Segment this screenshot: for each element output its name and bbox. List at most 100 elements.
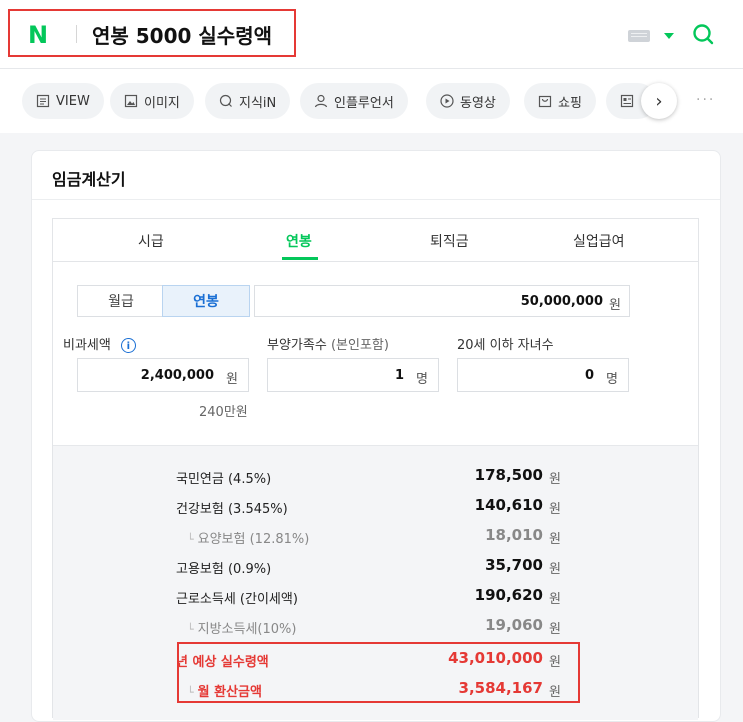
monthly-net-label: └ 월 환산금액 (187, 681, 262, 700)
dependents-value: 1 (394, 368, 404, 383)
nontax-hint: 240만원 (199, 405, 248, 420)
result-value: 190,620 (474, 586, 543, 604)
children-label: 20세 이하 자녀수 (457, 338, 554, 353)
children-input[interactable]: 0 명 (457, 358, 629, 392)
result-value: 140,610 (474, 496, 543, 514)
tabs-next-button[interactable]: › (641, 83, 677, 119)
tab-severance[interactable]: 퇴직금 (430, 231, 469, 251)
tab-annual[interactable]: 연봉 (286, 231, 312, 251)
tab-kin[interactable]: 지식iN (205, 83, 291, 119)
dependents-input[interactable]: 1 명 (267, 358, 439, 392)
tab-view-label: VIEW (56, 93, 90, 109)
search-query[interactable]: 연봉 5000 실수령액 (92, 20, 272, 49)
dropdown-arrow-icon[interactable] (664, 33, 674, 39)
tab-images[interactable]: 이미지 (110, 83, 194, 119)
summary-row-monthly: └ 월 환산금액 3,584,167 원 (53, 677, 698, 703)
result-value: 18,010 (485, 526, 543, 544)
q-icon (219, 94, 232, 107)
tab-view[interactable]: VIEW (22, 83, 104, 119)
keyboard-icon[interactable] (628, 30, 650, 42)
play-icon (440, 94, 454, 108)
calculator-panel: 시급 연봉 퇴직금 실업급여 월급 연봉 50,000,000 원 비과세액 i … (52, 218, 699, 720)
dependents-sublabel: (본인포함) (330, 338, 389, 353)
tab-shopping-label: 쇼핑 (558, 95, 582, 111)
result-unit: 원 (549, 592, 561, 607)
news-icon (620, 94, 634, 108)
dependents-label-text: 부양가족수 (267, 338, 327, 353)
card-title: 임금계산기 (52, 170, 126, 189)
result-row: 근로소득세 (간이세액) 190,620 원 (53, 584, 698, 610)
tab-video[interactable]: 동영상 (426, 83, 510, 119)
dependents-unit: 명 (416, 372, 428, 387)
tab-hourly[interactable]: 시급 (138, 231, 164, 251)
logo-divider (76, 25, 77, 43)
children-value: 0 (584, 368, 594, 383)
nontax-unit: 원 (226, 372, 238, 387)
chevron-right-icon: › (655, 90, 663, 112)
result-value: 19,060 (485, 616, 543, 634)
result-label-text: 지방소득세(10%) (197, 622, 297, 637)
tab-video-label: 동영상 (460, 95, 496, 111)
result-unit: 원 (549, 502, 561, 517)
result-unit: 원 (549, 532, 561, 547)
naver-logo[interactable]: N (28, 21, 48, 49)
tab-influencer-label: 인플루언서 (334, 95, 394, 111)
result-row: 건강보험 (3.545%) 140,610 원 (53, 494, 698, 520)
annual-net-unit: 원 (549, 655, 561, 670)
result-label: 국민연금 (4.5%) (176, 472, 272, 487)
result-row: └ 지방소득세(10%) 19,060 원 (53, 614, 698, 640)
tab-unemployment[interactable]: 실업급여 (573, 231, 625, 251)
search-icon[interactable] (692, 23, 714, 45)
result-label: └ 요양보험 (12.81%) (187, 528, 309, 547)
result-label: 고용보험 (0.9%) (176, 562, 272, 577)
results-panel: 국민연금 (4.5%) 178,500 원 건강보험 (3.545%) 140,… (53, 445, 698, 720)
bag-icon (538, 95, 552, 108)
salary-value: 50,000,000 (520, 294, 603, 309)
result-unit: 원 (549, 622, 561, 637)
result-unit: 원 (549, 562, 561, 577)
search-input-box[interactable]: N 연봉 5000 실수령액 (8, 9, 296, 57)
nontax-label: 비과세액 i (63, 334, 136, 353)
tab-images-label: 이미지 (144, 95, 180, 111)
dependents-label: 부양가족수 (본인포함) (267, 334, 389, 353)
result-label: └ 지방소득세(10%) (187, 618, 296, 637)
salary-input[interactable]: 50,000,000 원 (254, 285, 630, 317)
tab-kin-label: 지식iN (239, 95, 277, 111)
nontax-value: 2,400,000 (140, 368, 214, 383)
result-value: 178,500 (474, 466, 543, 484)
active-tab-underline (282, 257, 318, 260)
monthly-net-unit: 원 (549, 685, 561, 700)
card-divider (32, 199, 720, 200)
salary-unit: 원 (609, 298, 621, 313)
result-label-text: 요양보험 (12.81%) (197, 532, 310, 547)
sub-item-corner-icon: └ (187, 686, 194, 699)
result-row: 고용보험 (0.9%) 35,700 원 (53, 554, 698, 580)
result-unit: 원 (549, 472, 561, 487)
annual-net-label: 년 예상 실수령액 (176, 655, 269, 670)
calculator-tabs: 시급 연봉 퇴직금 실업급여 (53, 219, 698, 262)
tab-influencer[interactable]: 인플루언서 (300, 83, 408, 119)
nontax-input[interactable]: 2,400,000 원 (77, 358, 249, 392)
children-unit: 명 (606, 372, 618, 387)
result-label: 근로소득세 (간이세액) (176, 592, 298, 607)
person-icon (314, 94, 328, 108)
search-header: N 연봉 5000 실수령액 (0, 0, 743, 69)
result-row: └ 요양보험 (12.81%) 18,010 원 (53, 524, 698, 550)
result-value: 35,700 (485, 556, 543, 574)
tab-shopping[interactable]: 쇼핑 (524, 83, 596, 119)
info-icon[interactable]: i (120, 338, 136, 353)
result-row: 국민연금 (4.5%) 178,500 원 (53, 464, 698, 490)
result-label: 건강보험 (3.545%) (176, 502, 288, 517)
more-icon[interactable]: ··· (696, 92, 715, 108)
monthly-net-label-text: 월 환산금액 (197, 685, 262, 700)
summary-row-annual: 년 예상 실수령액 43,010,000 원 (53, 647, 698, 673)
search-tabs: VIEW 이미지 지식iN 인플루언서 동영상 쇼핑 (0, 69, 743, 133)
monthly-net-value: 3,584,167 (458, 679, 543, 697)
nontax-label-text: 비과세액 (63, 338, 111, 353)
monthly-toggle[interactable]: 월급 (77, 285, 165, 317)
annual-net-value: 43,010,000 (448, 649, 543, 667)
document-icon (36, 94, 50, 108)
sub-item-corner-icon: └ (187, 533, 194, 546)
annual-toggle[interactable]: 연봉 (162, 285, 250, 317)
image-icon (124, 94, 138, 108)
